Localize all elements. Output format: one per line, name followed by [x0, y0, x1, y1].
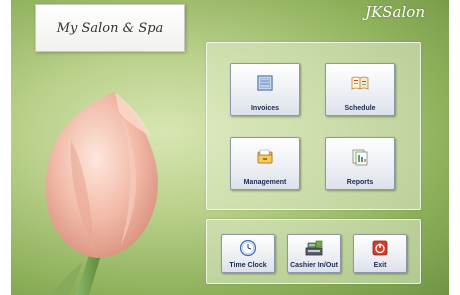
brand-logo-text: JKSalon: [365, 3, 425, 21]
exit-icon: [372, 240, 388, 256]
reports-button[interactable]: Reports: [325, 137, 395, 190]
invoices-label: Invoices: [250, 105, 279, 112]
management-button[interactable]: Management: [230, 137, 300, 190]
reports-label: Reports: [346, 179, 374, 186]
management-folder-icon: [257, 149, 273, 164]
schedule-button[interactable]: Schedule: [325, 63, 395, 116]
main-menu-panel: Invoices Schedule Management Reports: [206, 42, 421, 210]
management-label: Management: [243, 179, 287, 186]
exit-label: Exit: [373, 262, 387, 269]
schedule-book-icon: [351, 76, 369, 90]
exit-button[interactable]: Exit: [353, 234, 407, 273]
cashier-in-out-button[interactable]: Cashier In/Out: [287, 234, 341, 273]
salon-title-box: My Salon & Spa: [35, 4, 185, 52]
cashier-in-out-label: Cashier In/Out: [290, 262, 338, 269]
schedule-label: Schedule: [344, 105, 376, 112]
time-clock-label: Time Clock: [229, 262, 267, 269]
invoice-icon: [257, 75, 273, 91]
clock-icon: [239, 239, 257, 257]
reports-icon: [352, 149, 368, 166]
invoices-button[interactable]: Invoices: [230, 63, 300, 116]
time-clock-button[interactable]: Time Clock: [221, 234, 275, 273]
quick-actions-panel: Time Clock Cashier In/Out Exit: [206, 219, 421, 284]
app-window: My Salon & Spa JKSalon Invoices Schedule: [11, 0, 449, 295]
salon-title: My Salon & Spa: [56, 20, 164, 36]
cash-register-icon: [305, 240, 323, 256]
